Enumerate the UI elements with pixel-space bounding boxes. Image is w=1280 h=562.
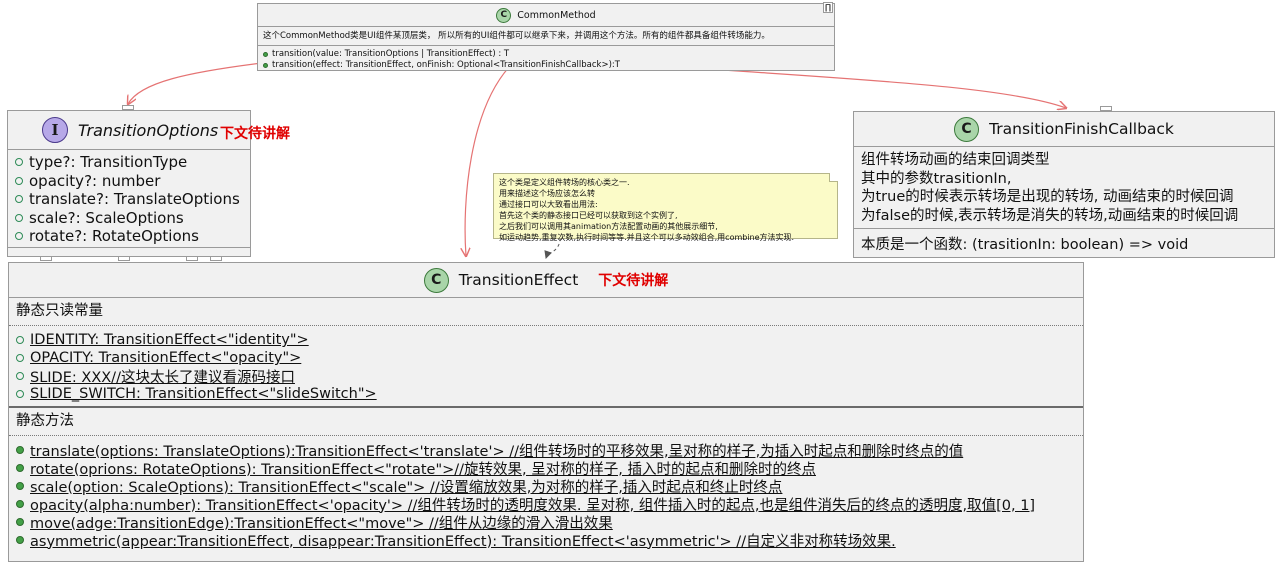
field-text: opacity?: number <box>29 171 161 190</box>
constant-visibility-icon <box>16 372 24 380</box>
method-signature: transition(effect: TransitionEffect, onF… <box>272 60 620 70</box>
constant-text: SLIDE: XXX//这块太长了建议看源码接口 <box>30 369 295 386</box>
constant-visibility-icon <box>16 354 24 362</box>
link-commonmethod-to-transitionoptions <box>128 62 263 104</box>
transition-options-interface: I TransitionOptions type?: TransitionTyp… <box>7 110 251 257</box>
static-method-row: asymmetric(appear:TransitionEffect, disa… <box>16 531 1076 550</box>
transition-options-annotation: 下文待讲解 <box>220 126 290 142</box>
transition-effect-note: 这个类是定义组件转场的核心类之一. 用来描述这个场应该怎么转 通过接口可以大致看… <box>493 173 838 242</box>
field-row: translate?: TranslateOptions <box>15 190 243 209</box>
public-method-icon <box>263 62 268 68</box>
constant-text: IDENTITY: TransitionEffect<"identity"> <box>30 332 309 348</box>
field-visibility-icon <box>15 176 23 185</box>
field-visibility-icon <box>15 195 23 204</box>
methods-section-title: 静态方法 <box>16 413 74 429</box>
constant-row: OPACITY: TransitionEffect<"opacity"> <box>16 349 1076 367</box>
field-visibility-icon <box>15 232 23 241</box>
transition-effect-header: C TransitionEffect 下文待讲解 <box>9 263 1083 297</box>
transition-finish-callback-class: C TransitionFinishCallback 组件转场动画的结束回调类型… <box>853 111 1275 258</box>
connector-stub <box>40 256 52 261</box>
connector-stub <box>122 105 134 110</box>
common-method-title: CommonMethod <box>517 9 596 21</box>
class-badge-icon: C <box>423 267 449 293</box>
field-text: translate?: TranslateOptions <box>29 190 240 209</box>
constant-visibility-icon <box>16 390 24 398</box>
field-text: scale?: ScaleOptions <box>29 208 184 227</box>
class-badge-icon: C <box>954 116 980 142</box>
method-visibility-icon <box>16 446 24 454</box>
note-fold-corner <box>829 173 838 182</box>
common-method-header: C CommonMethod ∏ <box>258 2 834 26</box>
constant-text: OPACITY: TransitionEffect<"opacity"> <box>30 350 302 366</box>
connector-stub <box>186 256 198 261</box>
field-row: opacity?: number <box>15 172 243 191</box>
note-line: 之后我们可以调用其animation方法配置动画的其他展示细节, <box>499 222 718 231</box>
constant-row: SLIDE_SWITCH: TransitionEffect<"slideSwi… <box>16 385 1076 403</box>
callback-description-line: 为false的时候,表示转场是消失的转场,动画结束的时候回调 <box>861 207 1239 224</box>
field-row: rotate?: RotateOptions <box>15 227 243 246</box>
class-badge-icon: C <box>496 7 512 23</box>
common-method-class: C CommonMethod ∏ 这个CommonMethod类是UI组件某顶层… <box>257 2 835 71</box>
transition-effect-class: C TransitionEffect 下文待讲解 静态只读常量 IDENTITY… <box>8 262 1084 562</box>
field-visibility-icon <box>15 158 23 167</box>
callback-description-line: 其中的参数trasitionIn, <box>861 170 1012 187</box>
corner-mark: ∏ <box>822 2 833 13</box>
common-method-description: 这个CommonMethod类是UI组件某顶层类， 所以所有的UI组件都可以继承… <box>263 31 770 41</box>
static-method-row: opacity(alpha:number): TransitionEffect<… <box>16 495 1076 514</box>
method-visibility-icon <box>16 482 24 490</box>
callback-title: TransitionFinishCallback <box>989 120 1174 138</box>
connector-stub <box>118 256 130 261</box>
method-visibility-icon <box>16 536 24 544</box>
field-row: type?: TransitionType <box>15 153 243 172</box>
transition-effect-title: TransitionEffect <box>458 271 579 289</box>
constant-text: SLIDE_SWITCH: TransitionEffect<"slideSwi… <box>30 386 377 402</box>
public-method-icon <box>263 51 268 57</box>
field-row: scale?: ScaleOptions <box>15 209 243 228</box>
method-visibility-icon <box>16 464 24 472</box>
field-text: type?: TransitionType <box>29 153 188 172</box>
static-method-row: rotate(oprions: RotateOptions): Transiti… <box>16 459 1076 478</box>
callback-essence: 本质是一个函数: (trasitionIn: boolean) => void <box>861 237 1189 253</box>
transition-effect-annotation: 下文待讲解 <box>598 273 669 289</box>
field-visibility-icon <box>15 213 23 222</box>
connector-stub <box>210 256 222 261</box>
note-line: 通过接口可以大致看出用法: <box>499 200 598 209</box>
note-line: 如运动趋势,重复次数,执行时间等等.并且这个可以多动效组合,用combine方法… <box>499 233 795 242</box>
note-line: 首先这个类的静态接口已经可以获取到这个实例了, <box>499 211 678 220</box>
method-text: asymmetric(appear:TransitionEffect, disa… <box>30 533 896 550</box>
constant-row: IDENTITY: TransitionEffect<"identity"> <box>16 331 1076 349</box>
static-method-row: scale(option: ScaleOptions): TransitionE… <box>16 477 1076 496</box>
method-signature: transition(value: TransitionOptions | Tr… <box>272 49 510 59</box>
method-visibility-icon <box>16 500 24 508</box>
note-line: 用来描述这个场应该怎么转 <box>499 189 595 198</box>
note-line: 这个类是定义组件转场的核心类之一. <box>499 178 630 187</box>
constant-row: SLIDE: XXX//这块太长了建议看源码接口 <box>16 367 1076 386</box>
interface-badge-icon: I <box>42 117 68 143</box>
transition-options-header: I TransitionOptions <box>8 111 250 149</box>
method-row: transition(value: TransitionOptions | Tr… <box>263 48 829 60</box>
callback-description-line: 为true的时候表示转场是出现的转场, 动画结束的时候回调 <box>861 189 1234 205</box>
constants-section-title: 静态只读常量 <box>16 303 103 319</box>
method-visibility-icon <box>16 518 24 526</box>
static-method-row: move(adge:TransitionEdge):TransitionEffe… <box>16 513 1076 532</box>
static-method-row: translate(options: TranslateOptions):Tra… <box>16 441 1076 460</box>
method-row: transition(effect: TransitionEffect, onF… <box>263 60 829 70</box>
transition-options-title: TransitionOptions <box>78 120 219 140</box>
constant-visibility-icon <box>16 336 24 344</box>
callback-header: C TransitionFinishCallback <box>854 112 1274 146</box>
callback-description-line: 组件转场动画的结束回调类型 <box>861 152 1050 168</box>
field-text: rotate?: RotateOptions <box>29 227 199 246</box>
